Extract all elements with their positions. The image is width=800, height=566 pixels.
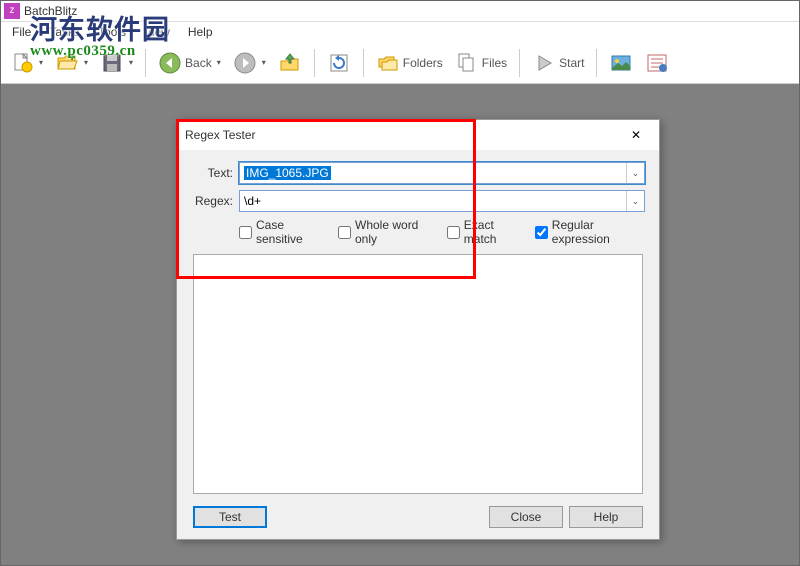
menu-file[interactable]: File <box>4 23 39 41</box>
text-row: Text: IMG_1065.JPG ⌄ <box>191 162 645 184</box>
regex-label-option: Regular expression <box>552 218 645 246</box>
chevron-down-icon: ▾ <box>39 58 43 67</box>
app-title: BatchBlitz <box>24 4 77 18</box>
picture-icon <box>609 51 633 75</box>
text-label: Text: <box>191 166 233 180</box>
exact-match-checkbox[interactable]: Exact match <box>447 218 523 246</box>
whole-word-input[interactable] <box>338 226 351 239</box>
case-sensitive-input[interactable] <box>239 226 252 239</box>
back-arrow-icon <box>158 51 182 75</box>
back-label: Back <box>185 56 212 70</box>
files-label: Files <box>482 56 507 70</box>
menu-tasks[interactable]: Tasks <box>41 23 88 41</box>
close-icon: ✕ <box>631 128 641 142</box>
list-tool-button[interactable] <box>641 49 673 77</box>
regex-input[interactable] <box>535 226 548 239</box>
files-icon <box>455 51 479 75</box>
close-button[interactable]: ✕ <box>621 124 651 146</box>
regex-checkbox[interactable]: Regular expression <box>535 218 645 246</box>
options-row: Case sensitive Whole word only Exact mat… <box>191 218 645 246</box>
save-icon <box>100 51 124 75</box>
separator <box>145 49 146 77</box>
regex-label: Regex: <box>191 194 233 208</box>
separator <box>519 49 520 77</box>
chevron-down-icon: ▾ <box>262 58 266 67</box>
up-folder-icon <box>278 51 302 75</box>
folders-button[interactable]: Folders <box>372 49 447 77</box>
refresh-icon <box>327 51 351 75</box>
result-textarea[interactable] <box>193 254 643 494</box>
app-icon: z <box>4 3 20 19</box>
forward-button[interactable]: ▾ <box>229 49 270 77</box>
regex-value: \d+ <box>244 194 261 208</box>
chevron-down-icon: ▾ <box>84 58 88 67</box>
refresh-button[interactable] <box>323 49 355 77</box>
menu-tools[interactable]: Tools <box>90 23 134 41</box>
chevron-down-icon: ▾ <box>129 58 133 67</box>
files-button[interactable]: Files <box>451 49 511 77</box>
picture-tool-button[interactable] <box>605 49 637 77</box>
dialog-titlebar[interactable]: Regex Tester ✕ <box>177 120 659 150</box>
folders-icon <box>376 51 400 75</box>
chevron-down-icon[interactable]: ⌄ <box>626 163 644 183</box>
up-button[interactable] <box>274 49 306 77</box>
open-button[interactable]: ▾ <box>51 49 92 77</box>
new-button[interactable]: ▾ <box>6 49 47 77</box>
save-button[interactable]: ▾ <box>96 49 137 77</box>
folder-open-icon <box>55 51 79 75</box>
menubar: File Tasks Tools View Help <box>0 22 800 42</box>
play-icon <box>532 51 556 75</box>
text-value: IMG_1065.JPG <box>244 166 331 180</box>
case-sensitive-checkbox[interactable]: Case sensitive <box>239 218 326 246</box>
new-doc-icon <box>10 51 34 75</box>
dialog-title: Regex Tester <box>185 128 255 142</box>
whole-word-label: Whole word only <box>355 218 435 246</box>
dialog-body: Text: IMG_1065.JPG ⌄ Regex: \d+ ⌄ Case s… <box>177 150 659 540</box>
exact-match-input[interactable] <box>447 226 460 239</box>
menu-help[interactable]: Help <box>180 23 221 41</box>
list-tool-icon <box>645 51 669 75</box>
button-row: Test Close Help <box>191 506 645 528</box>
chevron-down-icon[interactable]: ⌄ <box>626 191 644 211</box>
app-titlebar: z BatchBlitz <box>0 0 800 22</box>
case-sensitive-label: Case sensitive <box>256 218 326 246</box>
regex-combo[interactable]: \d+ ⌄ <box>239 190 645 212</box>
chevron-down-icon: ▾ <box>217 58 221 67</box>
toolbar: ▾ ▾ ▾ Back ▾ ▾ Folders Files S <box>0 42 800 84</box>
menu-view[interactable]: View <box>136 23 178 41</box>
test-button[interactable]: Test <box>193 506 267 528</box>
regex-row: Regex: \d+ ⌄ <box>191 190 645 212</box>
regex-tester-dialog: Regex Tester ✕ Text: IMG_1065.JPG ⌄ Rege… <box>176 119 660 540</box>
start-button[interactable]: Start <box>528 49 588 77</box>
separator <box>363 49 364 77</box>
separator <box>314 49 315 77</box>
start-label: Start <box>559 56 584 70</box>
help-button[interactable]: Help <box>569 506 643 528</box>
folders-label: Folders <box>403 56 443 70</box>
forward-arrow-icon <box>233 51 257 75</box>
close-button-bottom[interactable]: Close <box>489 506 563 528</box>
text-combo[interactable]: IMG_1065.JPG ⌄ <box>239 162 645 184</box>
separator <box>596 49 597 77</box>
exact-match-label: Exact match <box>464 218 523 246</box>
back-button[interactable]: Back ▾ <box>154 49 225 77</box>
whole-word-checkbox[interactable]: Whole word only <box>338 218 435 246</box>
